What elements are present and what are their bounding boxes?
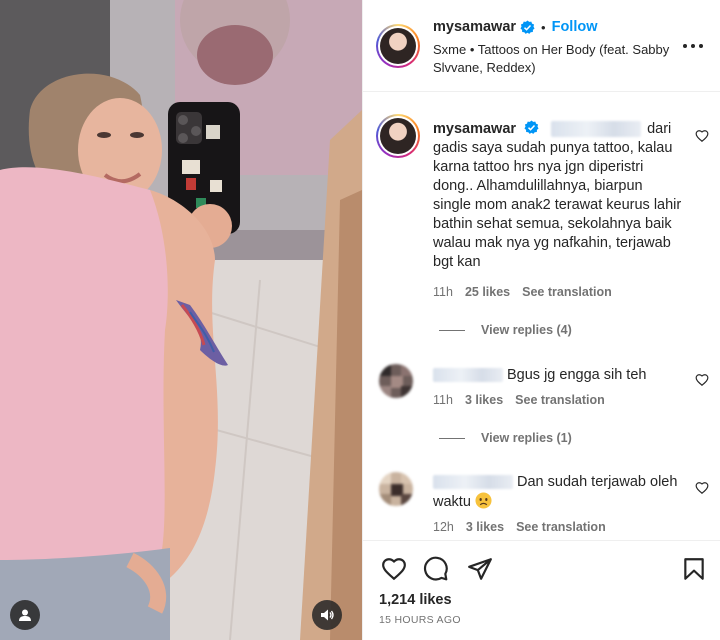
- author-avatar[interactable]: [376, 24, 420, 68]
- comment-time: 12h: [433, 520, 454, 534]
- comment-likes[interactable]: 25 likes: [465, 285, 510, 299]
- comment-time: 11h: [433, 285, 453, 299]
- speaker-icon: [321, 609, 334, 621]
- comment-time: 11h: [433, 393, 453, 407]
- header-separator: •: [541, 19, 546, 35]
- post-details-panel: mysamawar • Follow Sxme • Tattoos on Her…: [362, 0, 720, 640]
- verified-badge-icon: [520, 19, 535, 34]
- see-translation-link[interactable]: See translation: [515, 393, 605, 407]
- paper-plane-icon[interactable]: [467, 556, 493, 582]
- view-replies-button[interactable]: View replies (1): [439, 431, 572, 445]
- post-actions: [363, 552, 720, 586]
- verified-badge-icon: [524, 120, 539, 134]
- follow-button[interactable]: Follow: [552, 19, 598, 35]
- comment-likes[interactable]: 3 likes: [465, 393, 503, 407]
- heart-outline-icon: [695, 482, 709, 495]
- comment-meta: 12h 3 likes See translation: [433, 520, 618, 534]
- replies-line: [439, 329, 465, 331]
- worried-face-icon: [475, 492, 492, 509]
- audio-track-link[interactable]: Sxme • Tattoos on Her Body (feat. Sabby …: [433, 41, 673, 77]
- comment-like-icon[interactable]: [695, 373, 709, 387]
- see-translation-link[interactable]: See translation: [522, 285, 612, 299]
- actions-divider: [363, 540, 720, 541]
- comment-body: Bgus jg engga sih teh: [433, 366, 693, 385]
- blurred-mention: [551, 121, 642, 138]
- comment-body: mysamawar dari gadis saya sudah punya ta…: [433, 120, 683, 272]
- comment-body: Dan sudah terjawab oleh waktu: [433, 473, 683, 512]
- bookmark-icon[interactable]: [681, 556, 707, 582]
- view-replies-label: View replies (1): [481, 431, 572, 445]
- see-translation-link[interactable]: See translation: [516, 520, 606, 534]
- like-count[interactable]: 1,214 likes: [379, 592, 452, 608]
- comments-list: mysamawar dari gadis saya sudah punya ta…: [363, 92, 720, 540]
- replies-line: [439, 437, 465, 439]
- post-photo: [0, 0, 362, 640]
- comment-meta: 11h 25 likes See translation: [433, 285, 624, 299]
- blurred-username: [433, 475, 513, 490]
- comment-text: gadis saya sudah punya tattoo, kalau kar…: [433, 140, 682, 270]
- comment-avatar[interactable]: [376, 114, 420, 158]
- comment-avatar[interactable]: [379, 472, 413, 506]
- heart-outline-icon[interactable]: [381, 556, 407, 582]
- post-timestamp[interactable]: 15 HOURS AGO: [379, 614, 461, 626]
- heart-outline-icon: [695, 374, 709, 387]
- blurred-username: [433, 368, 503, 383]
- comment-like-icon[interactable]: [695, 481, 709, 495]
- view-replies-label: View replies (4): [481, 323, 572, 337]
- comment-text: Bgus jg engga sih teh: [507, 367, 647, 383]
- comment-likes[interactable]: 3 likes: [466, 520, 504, 534]
- post-media[interactable]: [0, 0, 362, 640]
- heart-outline-icon: [695, 130, 709, 143]
- comment-like-icon[interactable]: [695, 129, 709, 143]
- comment-username[interactable]: mysamawar: [433, 121, 516, 137]
- comment-avatar[interactable]: [379, 364, 413, 398]
- user-tag-icon: [19, 609, 31, 621]
- view-replies-button[interactable]: View replies (4): [439, 323, 572, 337]
- comment-text-start: dari: [647, 121, 672, 137]
- tag-user-button[interactable]: [10, 600, 40, 630]
- more-options-icon[interactable]: [683, 36, 703, 56]
- comment-meta: 11h 3 likes See translation: [433, 393, 617, 407]
- sound-toggle-button[interactable]: [312, 600, 342, 630]
- comment-bubble-icon[interactable]: [423, 556, 449, 582]
- post-header: mysamawar • Follow Sxme • Tattoos on Her…: [363, 0, 720, 91]
- author-username[interactable]: mysamawar: [433, 19, 516, 35]
